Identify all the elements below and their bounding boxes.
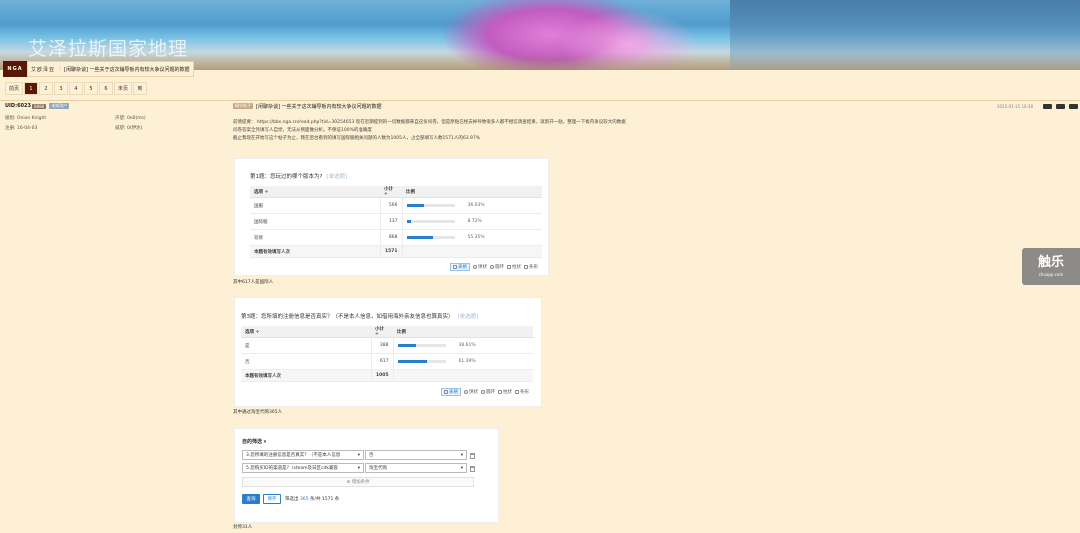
view-bar-button[interactable]: 条形 xyxy=(524,264,538,270)
page-goto-button[interactable]: 到 xyxy=(133,82,148,95)
trash-icon[interactable] xyxy=(470,453,475,459)
user-badge: 8888 xyxy=(32,103,47,109)
add-condition-button[interactable]: ⊕ 增加条件 xyxy=(242,477,474,487)
table-row: 否 617 61.39% xyxy=(241,353,533,370)
table-row: 双修 868 55.25% xyxy=(250,229,542,246)
nga-logo[interactable]: NGA xyxy=(3,61,27,77)
post-line: 前情提要： https://bbs.nga.cn/read.php?tid=30… xyxy=(233,120,626,125)
post-meta: 2022-01-15 16:38 xyxy=(997,102,1078,110)
trash-icon[interactable] xyxy=(470,466,475,472)
table-total-row: 本题有效填写人次 1571 xyxy=(250,245,542,258)
table-row: 国服 566 36.03% xyxy=(250,197,542,214)
user-stats: 级别: Onion Knight 声望: 0e0(ms) 注册: 16-04-0… xyxy=(5,115,228,131)
view-ring-button[interactable]: 圆环 xyxy=(481,389,495,395)
top-nav-bar: NGA 艾欧泽亚 › [闲聊杂谈] 一些关于这次辅导板内有较大争议问题的数据 xyxy=(3,61,194,77)
view-pie-button[interactable]: 饼状 xyxy=(464,389,478,395)
site-title: 艾泽拉斯国家地理 xyxy=(28,38,189,60)
user-uid[interactable]: UID:6023 xyxy=(5,103,31,109)
view-bar-button[interactable]: 条形 xyxy=(515,389,529,395)
save-button[interactable]: 保存 xyxy=(263,494,281,504)
pagination: 前页 1 2 3 4 5 6 末页 到 xyxy=(5,82,148,95)
user-stat: 注册: 16-04-03 xyxy=(5,126,38,131)
user-stat: 声望: 0e0(ms) xyxy=(115,116,146,121)
view-ring-button[interactable]: 圆环 xyxy=(490,264,504,270)
col-option[interactable]: 选项 ÷ xyxy=(241,326,371,338)
chevron-down-icon: ▾ xyxy=(357,465,360,471)
filter-card: 自的筛选 ▾ 3.您所填的注册信息是否真实？（不是本人信息 ▾ 否 ▾ 5.您购买I… xyxy=(234,428,499,523)
user-stat: 威望: 0(伊达) xyxy=(115,126,143,131)
post-line: 截止我现在开始写这个帖子为止，我在后台看到的填写国际服相关问题的人数为1005人… xyxy=(233,136,481,141)
table-row: 是 388 38.61% xyxy=(241,337,533,354)
query-button[interactable]: 查询 xyxy=(242,494,260,504)
reply-icon[interactable] xyxy=(1043,103,1052,109)
post-title: [闲聊杂谈] 一些关于这次辅导板内有较大争议问题的数据 xyxy=(256,103,382,110)
note-text: 其中通过淘宝代购365人 xyxy=(233,410,283,415)
breadcrumb-separator: › xyxy=(59,66,62,72)
user-panel: UID:6023 8888 未知用户 级别: Onion Knight 声望: … xyxy=(5,102,228,533)
user-status-badge: 未知用户 xyxy=(49,103,70,109)
filter-question-select-2[interactable]: 5.您购买ID的渠道是?（steam及日区cdk兼容 ▾ xyxy=(242,463,364,473)
chart-view-switcher: 表格 饼状 圆环 柱状 条形 xyxy=(438,388,529,396)
col-count[interactable]: 小计 ÷ xyxy=(371,326,393,338)
view-table-button[interactable]: 表格 xyxy=(441,388,461,396)
filter-answer-select-1[interactable]: 否 ▾ xyxy=(365,450,467,460)
filter-answer-select-2[interactable]: 淘宝代购 ▾ xyxy=(365,463,467,473)
col-ratio: 比例 xyxy=(402,186,542,198)
post-date: 2022-01-15 16:38 xyxy=(996,103,1033,109)
poll-card-1: 第1题：您玩过的哪个版本为? [单选题] 选项 ÷ 小计 ÷ 比例 国服 566 … xyxy=(234,158,549,276)
post-body: 前情提要： https://bbs.nga.cn/read.php?tid=30… xyxy=(233,119,1078,143)
page-6-button[interactable]: 6 xyxy=(99,82,114,95)
post-tag: 精华帖子 xyxy=(233,103,253,109)
view-table-button[interactable]: 表格 xyxy=(450,263,470,271)
view-pie-button[interactable]: 饼状 xyxy=(473,264,487,270)
view-column-button[interactable]: 柱状 xyxy=(498,389,512,395)
watermark-logo: 触乐 chuapp.com xyxy=(1022,248,1080,285)
chevron-down-icon: ▾ xyxy=(460,452,463,458)
page-2-button[interactable]: 2 xyxy=(39,82,54,95)
page-first-button[interactable]: 前页 xyxy=(5,82,24,95)
more-icon[interactable] xyxy=(1069,103,1078,109)
page-5-button[interactable]: 5 xyxy=(84,82,99,95)
page-4-button[interactable]: 4 xyxy=(69,82,84,95)
filter-count: 筛选出 365 条/共 1571 条 xyxy=(285,497,340,502)
chart-view-switcher: 表格 饼状 圆环 柱状 条形 xyxy=(447,263,538,271)
col-option[interactable]: 选项 ÷ xyxy=(250,186,380,198)
table-total-row: 本题有效填写人次 1005 xyxy=(241,369,533,382)
note-text: 其中617人是国际人 xyxy=(233,280,274,285)
chevron-down-icon: ▾ xyxy=(460,465,463,471)
post: 精华帖子 [闲聊杂谈] 一些关于这次辅导板内有较大争议问题的数据 2022-01… xyxy=(233,102,1078,143)
breadcrumb: 艾欧泽亚 › [闲聊杂谈] 一些关于这次辅导板内有较大争议问题的数据 xyxy=(27,61,194,77)
post-line: 问卷答案全凭填写人自觉，无法从侧面做分析。不保证100%的准确度 xyxy=(233,128,372,133)
view-column-button[interactable]: 柱状 xyxy=(507,264,521,270)
poll-card-2: 第3题：您所填的注册信息是否真实？（不是本人信息，如借用海外亲友信息也算真实）[… xyxy=(234,297,542,407)
page-3-button[interactable]: 3 xyxy=(54,82,69,95)
breadcrumb-thread-title[interactable]: [闲聊杂谈] 一些关于这次辅导板内有较大争议问题的数据 xyxy=(64,66,190,73)
poll-question: 第3题：您所填的注册信息是否真实？（不是本人信息，如借用海外亲友信息也算真实）[… xyxy=(241,314,479,320)
col-count[interactable]: 小计 ÷ xyxy=(380,186,402,198)
user-stat: 级别: Onion Knight xyxy=(5,116,47,121)
page-1-button[interactable]: 1 xyxy=(24,82,39,95)
table-row: 国际服 137 8.72% xyxy=(250,213,542,230)
site-banner: 艾泽拉斯国家地理 xyxy=(0,0,1080,70)
breadcrumb-forum[interactable]: 艾欧泽亚 xyxy=(31,66,55,73)
chevron-down-icon: ▾ xyxy=(357,452,360,458)
like-icon[interactable] xyxy=(1056,103,1065,109)
poll-question: 第1题：您玩过的哪个版本为? [单选题] xyxy=(250,174,348,180)
col-ratio: 比例 xyxy=(393,326,533,338)
filter-question-select-1[interactable]: 3.您所填的注册信息是否真实？（不是本人信息 ▾ xyxy=(242,450,364,460)
poll-table: 选项 ÷ 小计 ÷ 比例 国服 566 36.03% 国际服 137 8.72%… xyxy=(250,186,542,258)
note-text: 封停31人 xyxy=(233,525,253,530)
header-divider xyxy=(0,100,1080,101)
filter-title[interactable]: 自的筛选 ▾ xyxy=(242,438,266,445)
page-last-button[interactable]: 末页 xyxy=(114,82,133,95)
poll-table: 选项 ÷ 小计 ÷ 比例 是 388 38.61% 否 617 61.39% 本… xyxy=(241,326,533,382)
